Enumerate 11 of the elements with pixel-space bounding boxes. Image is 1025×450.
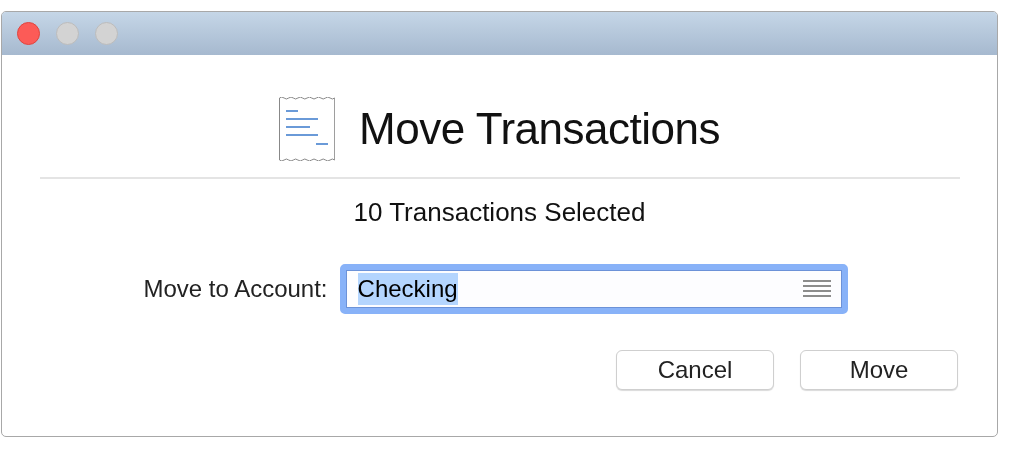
dialog-title: Move Transactions [359,104,720,154]
field-label: Move to Account: [143,275,328,303]
dialog-button[interactable]: Move [800,350,958,390]
minimize-button[interactable] [56,22,79,45]
dialog-button[interactable]: Cancel [616,350,774,390]
selection-count: 10 Transactions Selected [353,197,646,228]
zoom-button[interactable] [95,22,118,45]
close-button[interactable] [17,22,40,45]
receipt-icon [279,97,336,161]
account-field[interactable]: Checking [339,264,848,314]
list-icon[interactable] [801,279,832,299]
